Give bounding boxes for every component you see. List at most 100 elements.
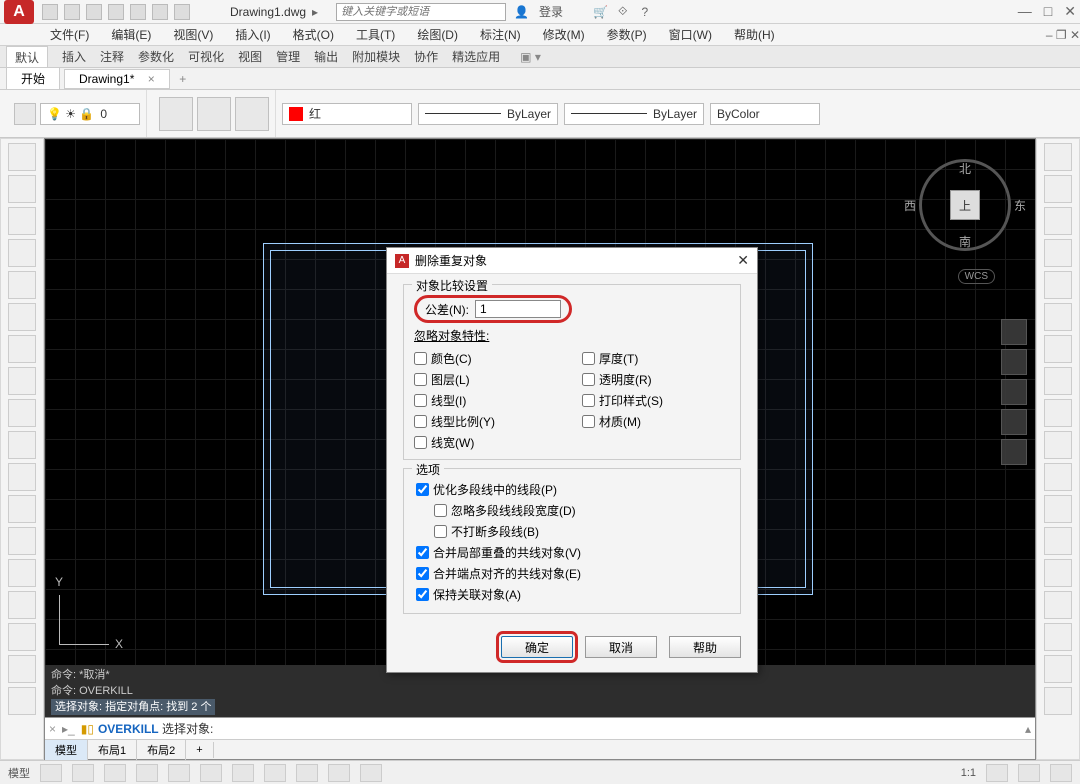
tool-spline-icon[interactable] — [8, 399, 36, 427]
status-ducs-icon[interactable] — [264, 764, 286, 782]
login-link[interactable]: 登录 — [539, 3, 563, 20]
mod-align-icon[interactable] — [1044, 655, 1072, 683]
help-button[interactable]: 帮助 — [669, 636, 741, 658]
tolerance-input[interactable] — [475, 300, 561, 318]
view-cube[interactable]: 北 南 西 东 上 — [919, 159, 1011, 251]
qat-open-icon[interactable] — [64, 4, 80, 20]
ribbon-tab-insert[interactable]: 插入 — [62, 48, 86, 65]
tool-hatch-icon[interactable] — [8, 591, 36, 619]
app-logo-icon[interactable]: A — [4, 0, 34, 24]
status-polar-icon[interactable] — [136, 764, 158, 782]
tool-gradient-icon[interactable] — [8, 623, 36, 651]
maximize-button[interactable]: □ — [1044, 3, 1052, 20]
menu-format[interactable]: 格式(O) — [293, 26, 334, 43]
file-tab-start[interactable]: 开始 — [6, 67, 60, 90]
menu-file[interactable]: 文件(F) — [50, 26, 89, 43]
tool-point-icon[interactable] — [8, 559, 36, 587]
viewcube-west[interactable]: 西 — [904, 197, 916, 214]
layer-prop-icon[interactable] — [159, 97, 193, 131]
ribbon-tab-parametric[interactable]: 参数化 — [138, 48, 174, 65]
model-tab[interactable]: 模型 — [45, 740, 88, 760]
qat-saveas-icon[interactable] — [108, 4, 124, 20]
menu-dimension[interactable]: 标注(N) — [480, 26, 521, 43]
help-icon[interactable]: ? — [641, 5, 648, 19]
dialog-titlebar[interactable]: A 删除重复对象 ✕ — [387, 248, 757, 274]
file-tab-add-button[interactable]: + — [174, 72, 192, 86]
mod-explode-icon[interactable] — [1044, 623, 1072, 651]
cmd-expand-icon[interactable]: ▴ — [1025, 722, 1031, 736]
layout-add-button[interactable]: + — [186, 742, 213, 758]
tool-block-icon[interactable] — [8, 527, 36, 555]
command-line[interactable]: × ▸_ ▮▯ OVERKILL 选择对象: ▴ — [45, 717, 1035, 739]
dialog-close-button[interactable]: ✕ — [737, 252, 749, 269]
cmd-close-icon[interactable]: × — [49, 722, 56, 736]
status-lwt-icon[interactable] — [328, 764, 350, 782]
layout1-tab[interactable]: 布局1 — [88, 740, 137, 760]
chk-ignore-width[interactable]: 忽略多段线线段宽度(D) — [434, 502, 730, 519]
qat-save-icon[interactable] — [86, 4, 102, 20]
status-otrack-icon[interactable] — [232, 764, 254, 782]
doc-restore-icon[interactable]: – ❐ ✕ — [1046, 28, 1080, 42]
file-tab-close-icon[interactable]: × — [148, 72, 155, 86]
mod-stretch-icon[interactable] — [1044, 399, 1072, 427]
chk-color[interactable]: 颜色(C) — [414, 350, 562, 367]
minimize-button[interactable]: — — [1018, 3, 1032, 20]
mod-extend-icon[interactable] — [1044, 463, 1072, 491]
chk-combine-overlap[interactable]: 合并局部重叠的共线对象(V) — [416, 544, 730, 561]
ribbon-tab-view[interactable]: 视图 — [238, 48, 262, 65]
nav-orbit-icon[interactable] — [1001, 409, 1027, 435]
viewcube-north[interactable]: 北 — [959, 160, 971, 177]
mod-move-icon[interactable] — [1044, 303, 1072, 331]
chk-plotstyle[interactable]: 打印样式(S) — [582, 392, 730, 409]
cmd-chevron-icon[interactable]: ▸_ — [62, 722, 75, 736]
chk-transparency[interactable]: 透明度(R) — [582, 371, 730, 388]
ribbon-tab-annotate[interactable]: 注释 — [100, 48, 124, 65]
tool-revcloud-icon[interactable] — [8, 367, 36, 395]
qat-plot-icon[interactable] — [130, 4, 146, 20]
status-grid-icon[interactable] — [40, 764, 62, 782]
tool-ellipse-icon[interactable] — [8, 431, 36, 459]
mod-pedit-icon[interactable] — [1044, 687, 1072, 715]
layer-dropdown[interactable]: 💡 ☀ 🔒 0 — [40, 103, 140, 125]
tool-line-icon[interactable] — [8, 143, 36, 171]
mod-fillet-icon[interactable] — [1044, 591, 1072, 619]
close-button[interactable]: ✕ — [1064, 3, 1076, 20]
ribbon-tab-manage[interactable]: 管理 — [276, 48, 300, 65]
status-clean-icon[interactable] — [1050, 764, 1072, 782]
ribbon-tab-output[interactable]: 输出 — [314, 48, 338, 65]
ribbon-tab-default[interactable]: 默认 — [6, 46, 48, 68]
status-scale[interactable]: 1:1 — [961, 767, 976, 779]
nav-fullnav-icon[interactable] — [1001, 319, 1027, 345]
nav-showmotion-icon[interactable] — [1001, 439, 1027, 465]
mod-copy-icon[interactable] — [1044, 175, 1072, 203]
qat-new-icon[interactable] — [42, 4, 58, 20]
chk-ltscale[interactable]: 线型比例(Y) — [414, 413, 562, 430]
menu-parametric[interactable]: 参数(P) — [607, 26, 647, 43]
mod-mirror-icon[interactable] — [1044, 207, 1072, 235]
status-ws-icon[interactable] — [1018, 764, 1040, 782]
viewcube-top[interactable]: 上 — [950, 190, 980, 220]
mod-array-icon[interactable] — [1044, 271, 1072, 299]
chk-linetype[interactable]: 线型(I) — [414, 392, 562, 409]
chk-material[interactable]: 材质(M) — [582, 413, 730, 430]
chk-no-break[interactable]: 不打断多段线(B) — [434, 523, 730, 540]
chk-combine-endtoend[interactable]: 合并端点对齐的共线对象(E) — [416, 565, 730, 582]
user-icon[interactable]: 👤 — [514, 5, 529, 19]
layer-states-icon[interactable] — [197, 97, 231, 131]
tool-pline-icon[interactable] — [8, 207, 36, 235]
doc-dropdown-icon[interactable]: ▸ — [312, 5, 318, 19]
status-model[interactable]: 模型 — [8, 765, 30, 781]
menu-view[interactable]: 视图(V) — [173, 26, 213, 43]
chk-optimize-pline[interactable]: 优化多段线中的线段(P) — [416, 481, 730, 498]
nav-zoom-icon[interactable] — [1001, 379, 1027, 405]
file-tab-drawing1[interactable]: Drawing1* × — [64, 69, 170, 89]
wcs-label[interactable]: WCS — [958, 269, 995, 284]
viewcube-east[interactable]: 东 — [1014, 197, 1026, 214]
chk-maintain-assoc[interactable]: 保持关联对象(A) — [416, 586, 730, 603]
tool-circle-icon[interactable] — [8, 335, 36, 363]
tool-rect-icon[interactable] — [8, 271, 36, 299]
ribbon-more-icon[interactable]: ▣ ▾ — [520, 50, 541, 64]
ribbon-tab-addins[interactable]: 附加模块 — [352, 48, 400, 65]
help-search-input[interactable] — [336, 3, 506, 21]
cart-icon[interactable]: 🛒 — [593, 5, 608, 19]
